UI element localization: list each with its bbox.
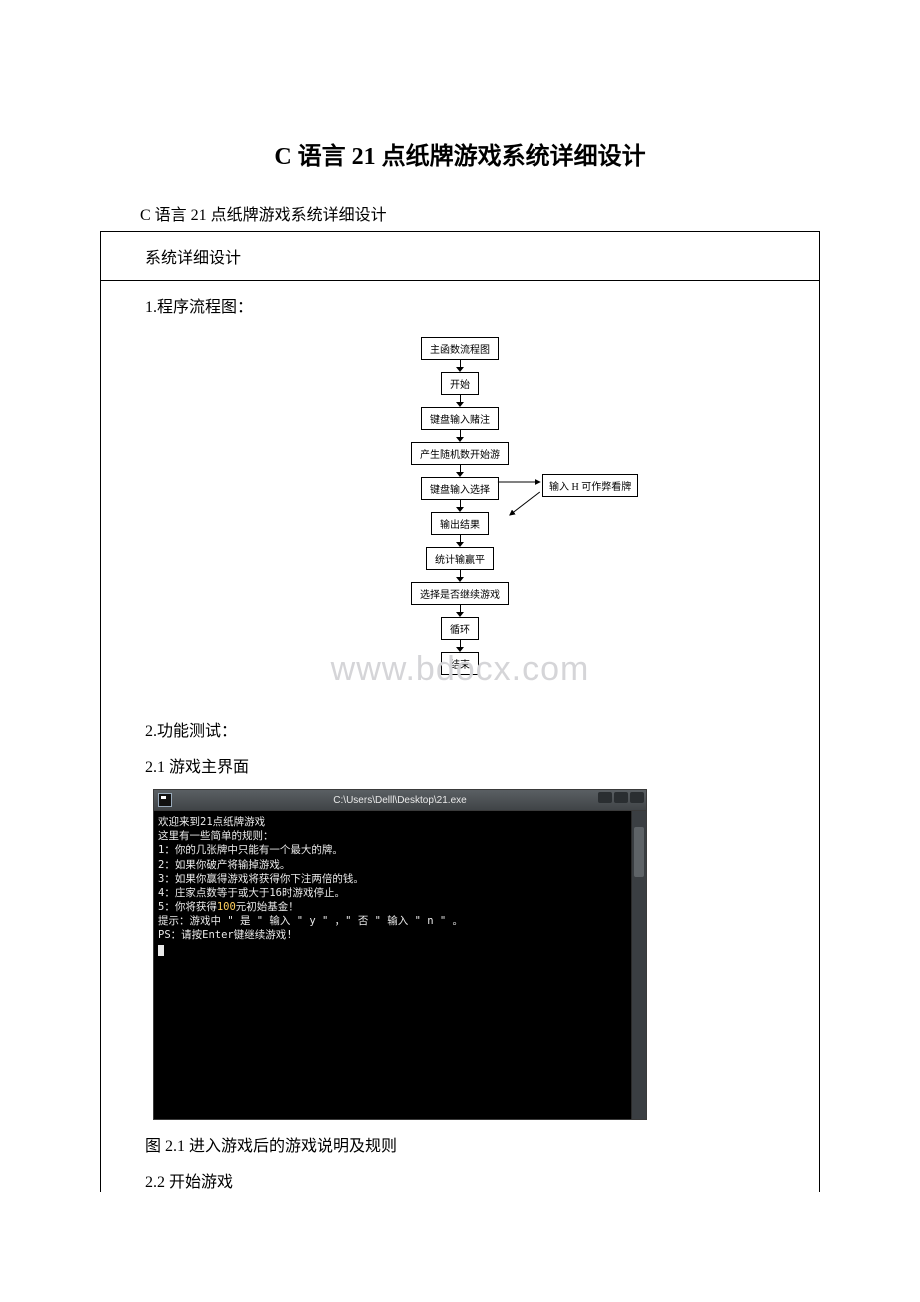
intro-text: C 语言 21 点纸牌游戏系统详细设计 — [140, 201, 820, 225]
minimize-button[interactable] — [598, 792, 612, 803]
close-button[interactable] — [630, 792, 644, 803]
console-line: PS：请按Enter键继续游戏! — [158, 929, 293, 941]
flow-continue: 选择是否继续游戏 — [411, 582, 509, 605]
flowchart-area: 主函数流程图 开始 键盘输入赌注 产生随机数开始游 键盘输入选择 输出结果 统计… — [101, 337, 819, 697]
maximize-button[interactable] — [614, 792, 628, 803]
console-line: 1：你的几张牌中只能有一个最大的牌。 — [158, 844, 343, 856]
console-line: 3：如果你赢得游戏将获得你下注两倍的钱。 — [158, 873, 364, 885]
flow-output: 输出结果 — [431, 512, 489, 535]
console-cursor — [158, 945, 164, 956]
section-2-2: 2.2 开始游戏 — [145, 1168, 775, 1192]
console-line: 这里有一些简单的规则： — [158, 830, 274, 842]
flow-side-cheat: 输入 H 可作弊看牌 — [542, 474, 638, 497]
flow-start: 开始 — [441, 372, 479, 395]
console-icon — [158, 793, 172, 807]
flow-loop: 循环 — [441, 617, 479, 640]
console-highlight: 100 — [217, 901, 236, 913]
console-scrollbar[interactable] — [631, 811, 646, 1119]
console-title-text: C:\Users\Delll\Desktop\21.exe — [333, 795, 466, 806]
page-title: C 语言 21 点纸牌游戏系统详细设计 — [100, 136, 820, 171]
console-body: 欢迎来到21点纸牌游戏 这里有一些简单的规则： 1：你的几张牌中只能有一个最大的… — [153, 810, 647, 1120]
flow-input-choice: 键盘输入选择 — [421, 477, 499, 500]
flow-title: 主函数流程图 — [421, 337, 499, 360]
console-window: C:\Users\Delll\Desktop\21.exe 欢迎来到21点纸牌游… — [153, 789, 647, 1120]
console-line: 元初始基金！ — [236, 901, 299, 913]
console-line: 2：如果你破产将输掉游戏。 — [158, 859, 290, 871]
console-line: 4：庄家点数等于或大于16时游戏停止。 — [158, 887, 345, 899]
flow-end: 结束 — [441, 652, 479, 675]
section-2: 2.功能测试： — [145, 717, 775, 741]
section-2-1: 2.1 游戏主界面 — [145, 753, 775, 777]
console-titlebar: C:\Users\Delll\Desktop\21.exe — [153, 789, 647, 810]
section-header: 系统详细设计 — [145, 244, 775, 268]
section-1: 1.程序流程图： — [145, 293, 775, 317]
flow-random: 产生随机数开始游 — [411, 442, 509, 465]
flow-stats: 统计输赢平 — [426, 547, 494, 570]
content-box: 系统详细设计 1.程序流程图： 主函数流程图 开始 键盘输入赌注 产生随机数开始… — [100, 231, 820, 1192]
console-line: 5：你将获得 — [158, 901, 217, 913]
figure-caption-2-1: 图 2.1 进入游戏后的游戏说明及规则 — [145, 1132, 775, 1156]
console-line: 提示：游戏中 " 是 " 输入 " y " ，" 否 " 输入 " n " 。 — [158, 915, 463, 927]
flow-input-bet: 键盘输入赌注 — [421, 407, 499, 430]
console-line: 欢迎来到21点纸牌游戏 — [158, 816, 265, 828]
